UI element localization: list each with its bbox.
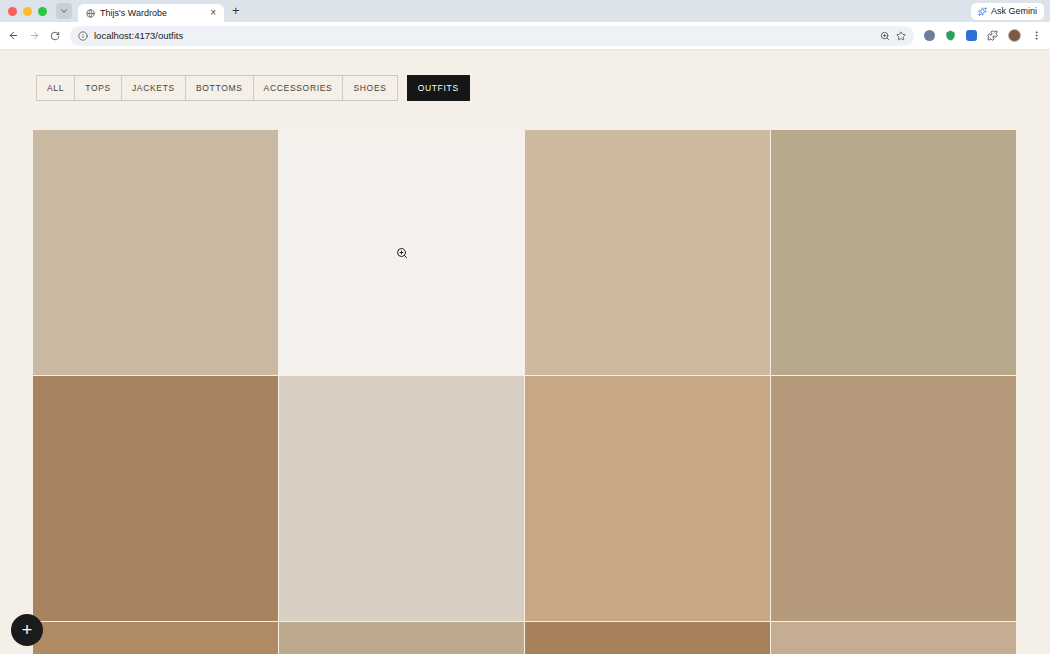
outfit-card[interactable] — [525, 376, 770, 621]
minimize-window-icon[interactable] — [23, 7, 32, 16]
outfit-card[interactable] — [279, 622, 524, 654]
site-info-icon[interactable] — [78, 31, 88, 41]
outfit-card[interactable] — [525, 622, 770, 654]
outfit-card[interactable] — [279, 130, 524, 375]
filter-tab[interactable]: TOPS — [74, 76, 121, 100]
tab-close-button[interactable]: × — [210, 7, 216, 19]
gemini-icon — [978, 7, 987, 16]
filter-tab[interactable]: SHOES — [342, 76, 396, 100]
tab-search-button[interactable] — [56, 3, 72, 19]
zoom-icon[interactable] — [880, 31, 890, 41]
chevron-down-icon — [59, 6, 69, 16]
outfit-card[interactable] — [279, 376, 524, 621]
outfit-card[interactable] — [525, 130, 770, 375]
ask-gemini-button[interactable]: Ask Gemini — [971, 3, 1044, 20]
extension-icon[interactable] — [924, 30, 935, 41]
outfit-card[interactable] — [33, 376, 278, 621]
browser-tab[interactable]: Thijs's Wardrobe × — [78, 4, 224, 22]
shield-extension-icon[interactable] — [945, 30, 956, 41]
back-icon[interactable] — [8, 30, 19, 41]
add-button[interactable]: + — [11, 614, 43, 646]
toolbar: localhost:4173/outfits — [0, 22, 1050, 50]
new-tab-button[interactable]: + — [232, 4, 240, 18]
filter-tab[interactable]: ACCESSORIES — [253, 76, 343, 100]
filter-tab[interactable]: ALL — [37, 76, 74, 100]
filter-tab[interactable]: BOTTOMS — [185, 76, 253, 100]
menu-icon[interactable] — [1031, 30, 1042, 41]
globe-icon — [86, 9, 95, 18]
page: ALLTOPSJACKETSBOTTOMSACCESSORIESSHOES OUT… — [0, 50, 1050, 654]
extensions-puzzle-icon[interactable] — [987, 30, 998, 41]
outfit-card[interactable] — [771, 376, 1016, 621]
outfit-card[interactable] — [771, 622, 1016, 654]
filter-tab[interactable]: JACKETS — [121, 76, 185, 100]
outfit-card[interactable] — [771, 130, 1016, 375]
outfit-card[interactable] — [33, 130, 278, 375]
maximize-window-icon[interactable] — [38, 7, 47, 16]
extension-icon[interactable] — [966, 30, 977, 41]
hover-overlay — [279, 130, 524, 375]
address-field[interactable]: localhost:4173/outfits — [70, 26, 914, 46]
tab-title: Thijs's Wardrobe — [100, 7, 205, 19]
filter-bar: ALLTOPSJACKETSBOTTOMSACCESSORIESSHOES OUT… — [36, 75, 1050, 101]
profile-avatar-icon[interactable] — [1008, 29, 1021, 42]
zoom-cursor-icon — [396, 247, 408, 259]
app: Thijs's Wardrobe × + Ask Gemini localhost:41… — [0, 0, 1050, 654]
outfit-grid — [33, 130, 1016, 654]
reload-icon[interactable] — [50, 31, 60, 41]
close-window-icon[interactable] — [8, 7, 17, 16]
bookmark-star-icon[interactable] — [896, 31, 906, 41]
forward-icon[interactable] — [29, 30, 40, 41]
url-text: localhost:4173/outfits — [94, 30, 874, 42]
filter-tab-selected[interactable]: OUTFITS — [407, 75, 470, 101]
outfit-card[interactable] — [33, 622, 278, 654]
tab-strip: Thijs's Wardrobe × + Ask Gemini — [0, 0, 1050, 22]
